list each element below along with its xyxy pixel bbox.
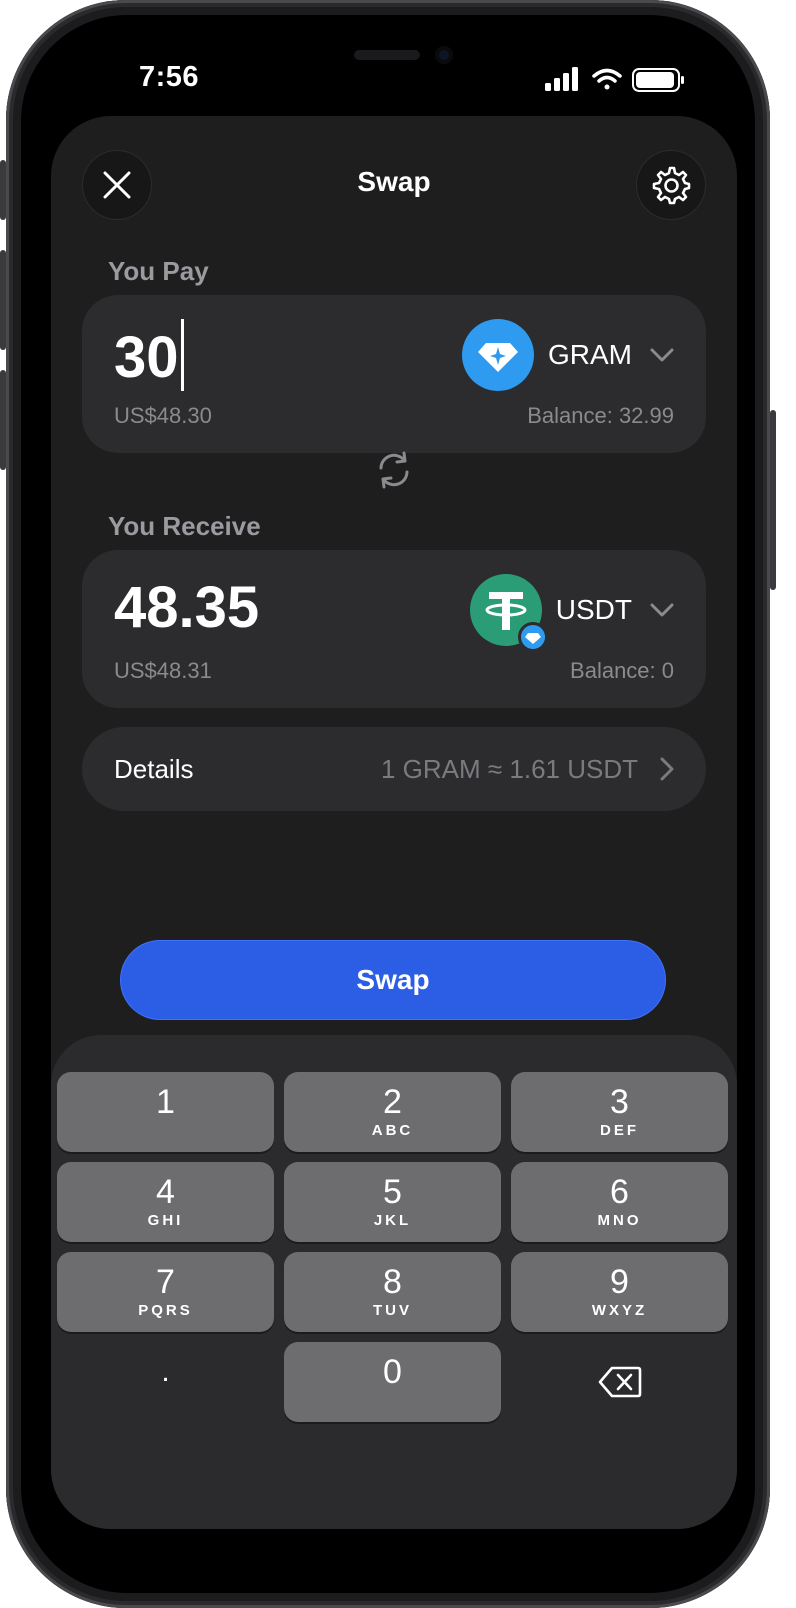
key-digit: . [161, 1355, 170, 1388]
ton-badge-icon [524, 633, 541, 644]
gram-logo-icon [462, 319, 534, 391]
key-digit: 0 [383, 1353, 402, 1391]
pay-fiat-value: US$48.30 [114, 403, 212, 428]
key-2[interactable]: 2 ABC [284, 1072, 501, 1152]
key-digit: 3 [610, 1083, 629, 1121]
key-letters: ABC [371, 1122, 414, 1139]
key-digit: 2 [383, 1083, 402, 1121]
settings-button[interactable] [636, 150, 706, 220]
chevron-right-icon [660, 757, 674, 781]
key-decimal[interactable]: . [57, 1342, 274, 1422]
key-digit: 4 [156, 1173, 175, 1211]
key-digit: 1 [156, 1083, 175, 1121]
key-letters: JKL [373, 1212, 412, 1229]
pay-card: 30 US$48.30 GRAM Balance: 32.99 [82, 295, 706, 453]
key-3[interactable]: 3 DEF [511, 1072, 728, 1152]
key-8[interactable]: 8 TUV [284, 1252, 501, 1332]
details-row[interactable]: Details 1 GRAM ≈ 1.61 USDT [82, 727, 706, 811]
signal-wifi-battery-icons [545, 67, 684, 92]
battery-icon [632, 68, 684, 92]
gram-diamond-icon [478, 343, 518, 372]
volume-down-button [0, 370, 6, 470]
key-backspace[interactable] [511, 1342, 728, 1422]
key-digit: 7 [156, 1263, 175, 1301]
receive-token-symbol: USDT [555, 594, 632, 625]
key-letters: PQRS [138, 1302, 193, 1319]
key-digit: 8 [383, 1263, 402, 1301]
camera [435, 46, 453, 64]
power-button [770, 410, 776, 590]
pay-label: You Pay [108, 256, 209, 286]
key-9[interactable]: 9 WXYZ [511, 1252, 728, 1332]
key-digit: 5 [383, 1173, 402, 1211]
key-1[interactable]: 1 [57, 1072, 274, 1152]
phone-frame: 7:56 Swap You Pay 30 US$48.30 GRAM Balan… [0, 0, 776, 1608]
swap-direction-icon[interactable] [375, 450, 413, 490]
numeric-keypad: 1 2 ABC 3 DEF 4 GHI 5 JKL 6 MNO 7 PQRS 8… [51, 1035, 737, 1529]
key-7[interactable]: 7 PQRS [57, 1252, 274, 1332]
wifi-icon [592, 68, 622, 90]
receive-label: You Receive [108, 511, 261, 541]
volume-up-button [0, 250, 6, 350]
key-4[interactable]: 4 GHI [57, 1162, 274, 1242]
pay-amount-value: 30 [114, 325, 179, 390]
swap-button[interactable]: Swap [120, 940, 666, 1020]
signal-icon [545, 67, 578, 91]
key-letters: DEF [600, 1122, 639, 1139]
receive-amount: 48.35 [114, 575, 260, 640]
key-letters: MNO [597, 1212, 642, 1229]
chevron-down-icon [650, 348, 674, 362]
key-0[interactable]: 0 [284, 1342, 501, 1422]
receive-balance: Balance: 0 [570, 658, 674, 683]
pay-balance: Balance: 32.99 [527, 403, 674, 428]
pay-amount-input[interactable]: 30 [114, 319, 184, 391]
exchange-rate: 1 GRAM ≈ 1.61 USDT [380, 754, 638, 784]
key-digit: 6 [610, 1173, 629, 1211]
key-letters: WXYZ [591, 1302, 648, 1319]
key-letters: TUV [373, 1302, 412, 1319]
swap-sheet: Swap You Pay 30 US$48.30 GRAM Balance: 3… [51, 116, 737, 1529]
gear-icon [652, 166, 691, 205]
key-digit: 9 [610, 1263, 629, 1301]
network-badge [517, 622, 548, 652]
speaker [354, 50, 420, 60]
page-title: Swap [357, 166, 431, 197]
screen: 7:56 Swap You Pay 30 US$48.30 GRAM Balan… [21, 15, 755, 1593]
pay-token-symbol: GRAM [548, 339, 632, 370]
receive-fiat-value: US$48.31 [114, 658, 212, 683]
status-time: 7:56 [139, 61, 200, 93]
receive-card: 48.35 US$48.31 USDT Balance: 0 [82, 550, 706, 708]
chevron-down-icon [650, 603, 674, 617]
key-letters: GHI [147, 1212, 184, 1229]
action-button [0, 160, 6, 220]
key-5[interactable]: 5 JKL [284, 1162, 501, 1242]
usdt-logo-icon [469, 574, 548, 652]
status-icons [541, 65, 691, 95]
backspace-icon [598, 1366, 641, 1398]
text-caret [180, 319, 184, 391]
details-label: Details [114, 754, 194, 784]
pay-token-selector[interactable]: GRAM [462, 319, 674, 391]
key-6[interactable]: 6 MNO [511, 1162, 728, 1242]
receive-token-selector[interactable]: USDT [469, 574, 674, 652]
